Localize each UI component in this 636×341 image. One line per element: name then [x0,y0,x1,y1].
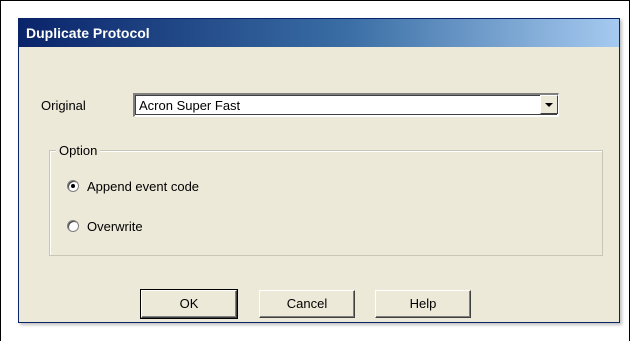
cancel-button[interactable]: Cancel [259,290,355,318]
append-event-code-option[interactable]: Append event code [67,177,199,195]
overwrite-option[interactable]: Overwrite [67,217,143,235]
overwrite-radio[interactable] [67,220,79,232]
append-event-code-radio[interactable] [67,180,79,192]
original-select-dropdown-button[interactable] [540,95,558,114]
help-button[interactable]: Help [375,290,471,318]
overwrite-label: Overwrite [87,218,143,234]
dialog-titlebar[interactable]: Duplicate Protocol [19,19,619,47]
original-select[interactable]: Acron Super Fast [133,93,559,117]
append-event-code-label: Append event code [87,178,200,194]
option-groupbox [49,150,603,256]
option-group-label: Option [56,143,101,158]
chevron-down-icon [545,103,553,107]
dialog-title: Duplicate Protocol [26,25,150,41]
ok-button[interactable]: OK [140,289,238,319]
original-label: Original [41,98,86,113]
screenshot-frame: Duplicate Protocol Original Acron Super … [0,0,630,341]
original-select-value: Acron Super Fast [139,98,241,113]
duplicate-protocol-dialog: Duplicate Protocol Original Acron Super … [18,18,620,323]
